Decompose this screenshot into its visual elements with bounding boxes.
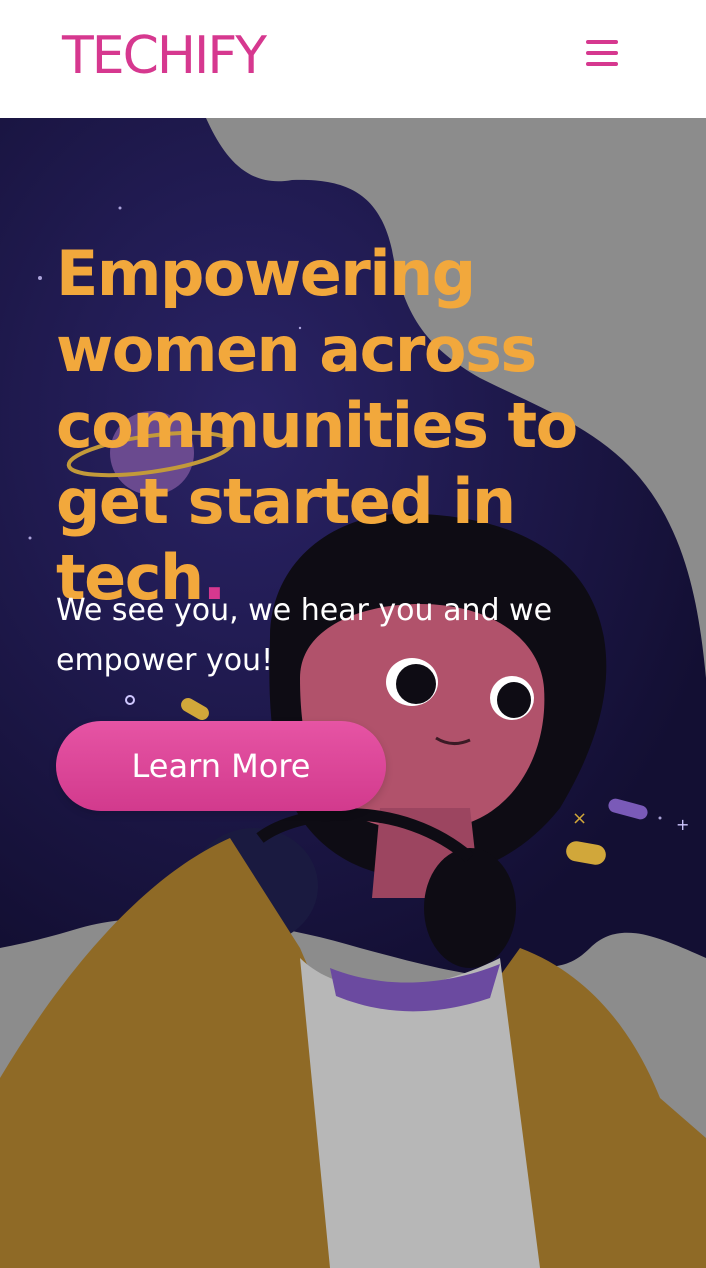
hero-title-text: Empowering women across communities to g…: [56, 237, 578, 614]
site-header: TECHIFY: [0, 0, 706, 118]
svg-text:+: +: [676, 815, 689, 834]
hero-subtitle: We see you, we hear you and we empower y…: [56, 593, 553, 678]
hamburger-menu-icon[interactable]: [580, 36, 624, 72]
menu-bars: [586, 40, 618, 66]
hero-section: × + Empowering women across communities …: [0, 118, 706, 1268]
hero-title: Empowering women across communities to g…: [56, 236, 696, 616]
techify-logo[interactable]: TECHIFY: [62, 26, 267, 86]
svg-text:×: ×: [572, 808, 587, 829]
learn-more-button[interactable]: Learn More: [56, 721, 386, 811]
